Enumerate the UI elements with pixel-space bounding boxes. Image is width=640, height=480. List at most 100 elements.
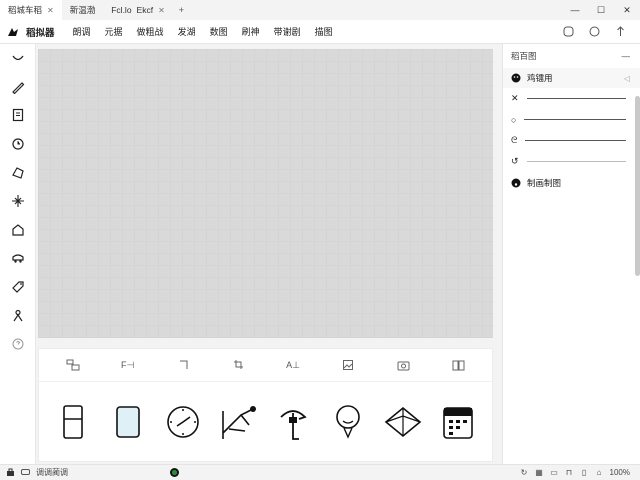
- clock-asset-icon[interactable]: [163, 402, 203, 442]
- lamp-asset-icon[interactable]: [273, 402, 313, 442]
- status-text: 调调蔺调: [36, 468, 68, 477]
- close-icon[interactable]: ✕: [47, 6, 54, 15]
- grid-icon[interactable]: ▦: [535, 468, 544, 477]
- calendar-asset-icon[interactable]: [438, 402, 478, 442]
- menu-item-6[interactable]: 刷神: [242, 25, 260, 38]
- lib-tab-shapes-icon[interactable]: [58, 355, 88, 375]
- circle-outline-icon: ○: [511, 114, 517, 125]
- diamond-asset-icon[interactable]: [383, 402, 423, 442]
- tab-strip: 稻城车稻 ✕ 新温渤 Fcl.lo Ekcf ✕ + — ☐ ✕: [0, 0, 640, 20]
- tab-3-label: Fcl.lo: [111, 5, 132, 15]
- panel-scrollbar[interactable]: [635, 96, 640, 276]
- tab-3[interactable]: Fcl.lo Ekcf ✕: [103, 0, 173, 20]
- style-row[interactable]: ᘓ: [503, 130, 640, 151]
- layers-title: 稻百图: [511, 51, 537, 61]
- window-controls: — ☐ ✕: [562, 0, 640, 20]
- style-line: [525, 140, 626, 141]
- help-tool-icon[interactable]: [0, 330, 36, 359]
- footer-label: 制画制图: [527, 178, 562, 188]
- library-items: [39, 382, 492, 462]
- panel-footer[interactable]: 制画制图: [503, 172, 640, 194]
- battery-icon: ▭: [550, 468, 558, 477]
- layer-item[interactable]: 鸡镭用 ◁: [503, 68, 640, 88]
- layers-panel: 稻百图 — 鸡镭用 ◁ ✕ ○ ᘓ ↺ 制画制图: [502, 44, 640, 464]
- menu-item-3[interactable]: 做粗战: [137, 25, 164, 38]
- collapse-icon[interactable]: —: [622, 51, 631, 61]
- home-tool-icon[interactable]: [0, 216, 36, 245]
- status-check-icon: [170, 468, 179, 477]
- stroke-row[interactable]: ✕: [503, 88, 640, 109]
- move-tool-icon[interactable]: [0, 187, 36, 216]
- chat-icon[interactable]: [21, 468, 30, 477]
- shape-tool-icon[interactable]: [0, 158, 36, 187]
- menu-item-4[interactable]: 发湖: [178, 25, 196, 38]
- menu-right-tools: [562, 26, 640, 38]
- lib-tab-frame[interactable]: F⊣: [113, 355, 143, 375]
- app-logo-icon: [0, 26, 26, 38]
- status-right: ↻ ▦ ▭ ⊓ ▯ ⌂ 100%: [520, 468, 640, 477]
- tab-1-label: 稻城车稻: [8, 5, 43, 15]
- close-window-icon[interactable]: ✕: [614, 0, 640, 20]
- layer-face-icon: [511, 73, 521, 83]
- swirl-icon: ᘓ: [511, 135, 518, 145]
- tab-3-sublabel: Ekcf: [136, 5, 154, 15]
- record-icon[interactable]: [562, 26, 574, 38]
- export-icon[interactable]: [614, 26, 626, 38]
- menu-item-7[interactable]: 带谢剧: [274, 25, 301, 38]
- note-tool-icon[interactable]: [0, 101, 36, 130]
- arc-tool-icon[interactable]: [0, 44, 36, 73]
- menu-item-8[interactable]: 描图: [315, 25, 333, 38]
- menu-bar: 稻拟器 朗调 元据 做粗战 发湖 数图 刷神 带谢剧 描图: [0, 20, 640, 44]
- sync-icon[interactable]: ↻: [520, 468, 529, 477]
- timer-tool-icon[interactable]: [0, 130, 36, 159]
- layers-header: 稻百图 —: [503, 44, 640, 68]
- close-icon[interactable]: ✕: [158, 6, 165, 15]
- new-tab-button[interactable]: +: [173, 0, 190, 20]
- status-bar: 调调蔺调 ↻ ▦ ▭ ⊓ ▯ ⌂ 100%: [0, 464, 640, 480]
- fill-line: [524, 119, 626, 120]
- left-tool-rail: [0, 44, 36, 464]
- menu-item-5[interactable]: 数图: [210, 25, 228, 38]
- figure-tool-icon[interactable]: [0, 301, 36, 330]
- tab-1[interactable]: 稻城车稻 ✕: [0, 0, 62, 20]
- menu-item-2[interactable]: 元据: [105, 25, 123, 38]
- tag-tool-icon[interactable]: [0, 273, 36, 302]
- circle-icon[interactable]: [588, 26, 600, 38]
- snap-icon[interactable]: ⌂: [595, 468, 604, 477]
- balloon-asset-icon[interactable]: [328, 402, 368, 442]
- asset-library: F⊣ A⊥: [38, 348, 493, 462]
- rotation-line: [526, 161, 626, 162]
- cross-icon: ✕: [511, 93, 519, 103]
- rotate-icon: ↺: [511, 156, 519, 166]
- phone-asset-icon[interactable]: [53, 402, 93, 442]
- layer-label: 鸡镭用: [527, 73, 553, 83]
- tab-2[interactable]: 新温渤: [62, 0, 104, 20]
- lib-tab-image-icon[interactable]: [333, 355, 363, 375]
- maximize-icon[interactable]: ☐: [588, 0, 614, 20]
- pencil-tool-icon[interactable]: [0, 73, 36, 102]
- visibility-icon[interactable]: ◁: [624, 74, 630, 83]
- lib-tab-camera-icon[interactable]: [388, 355, 418, 375]
- palette-icon: [511, 178, 521, 188]
- lib-tab-text[interactable]: A⊥: [278, 355, 308, 375]
- library-tabs: F⊣ A⊥: [39, 349, 492, 382]
- zoom-level[interactable]: 100%: [610, 468, 630, 477]
- minimize-icon[interactable]: —: [562, 0, 588, 20]
- file-icon[interactable]: ▯: [580, 468, 589, 477]
- car-tool-icon[interactable]: [0, 244, 36, 273]
- fill-row[interactable]: ○: [503, 109, 640, 130]
- easel-asset-icon[interactable]: [218, 402, 258, 442]
- lib-tab-arrow-icon[interactable]: [168, 355, 198, 375]
- app-brand: 稻拟器: [26, 27, 55, 39]
- lib-tab-crop-icon[interactable]: [223, 355, 253, 375]
- stroke-line: [526, 98, 626, 99]
- device-icon: [6, 468, 15, 477]
- rotation-row[interactable]: ↺: [503, 151, 640, 172]
- tablet-asset-icon[interactable]: [108, 402, 148, 442]
- lock-icon[interactable]: ⊓: [565, 468, 574, 477]
- tab-2-label: 新温渤: [69, 5, 96, 15]
- status-left: 调调蔺调: [0, 467, 179, 478]
- drawing-canvas[interactable]: [38, 49, 493, 338]
- menu-item-1[interactable]: 朗调: [73, 25, 91, 38]
- lib-tab-book-icon[interactable]: [443, 355, 473, 375]
